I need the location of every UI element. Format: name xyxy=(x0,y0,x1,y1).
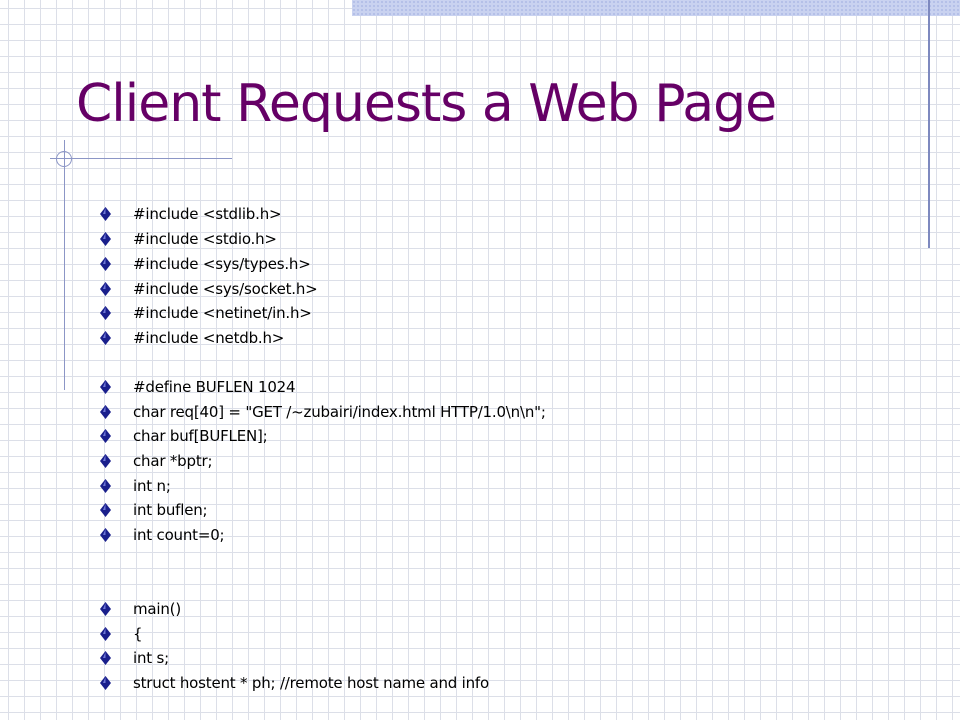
list-item: main() xyxy=(100,598,181,620)
list-item: #define BUFLEN 1024 xyxy=(100,376,296,398)
code-line: struct hostent * ph; //remote host name … xyxy=(133,674,489,692)
code-line: #include <stdlib.h> xyxy=(133,205,282,223)
code-line: int s; xyxy=(133,649,169,667)
list-item: #include <sys/socket.h> xyxy=(100,278,318,300)
code-line: char req[40] = "GET /~zubairi/index.html… xyxy=(133,403,546,421)
list-item: #include <sys/types.h> xyxy=(100,253,311,275)
code-line: int n; xyxy=(133,477,171,495)
code-line: #include <sys/types.h> xyxy=(133,255,311,273)
list-item: #include <stdio.h> xyxy=(100,228,277,250)
code-line: #include <netdb.h> xyxy=(133,329,285,347)
diamond-bullet-icon xyxy=(100,651,111,665)
code-line: char *bptr; xyxy=(133,452,213,470)
diamond-bullet-icon xyxy=(100,380,111,394)
diamond-bullet-icon xyxy=(100,331,111,345)
diamond-bullet-icon xyxy=(100,282,111,296)
list-item: #include <netinet/in.h> xyxy=(100,302,312,324)
diamond-bullet-icon xyxy=(100,528,111,542)
code-line: #include <netinet/in.h> xyxy=(133,304,312,322)
diamond-bullet-icon xyxy=(100,602,111,616)
code-bullet-list: #include <stdlib.h> #include <stdio.h> #… xyxy=(0,0,960,720)
diamond-bullet-icon xyxy=(100,207,111,221)
list-item: int n; xyxy=(100,475,171,497)
diamond-bullet-icon xyxy=(100,503,111,517)
code-line: int count=0; xyxy=(133,526,225,544)
list-item: struct hostent * ph; //remote host name … xyxy=(100,672,489,694)
diamond-bullet-icon xyxy=(100,454,111,468)
list-item: char *bptr; xyxy=(100,450,213,472)
list-item: #include <netdb.h> xyxy=(100,327,284,349)
list-item: int s; xyxy=(100,647,169,669)
list-item: char buf[BUFLEN]; xyxy=(100,425,268,447)
code-line: #include <sys/socket.h> xyxy=(133,280,318,298)
list-item: { xyxy=(100,623,143,645)
list-item: int buflen; xyxy=(100,499,208,521)
code-line: #include <stdio.h> xyxy=(133,230,277,248)
diamond-bullet-icon xyxy=(100,676,111,690)
list-item: int count=0; xyxy=(100,524,225,546)
code-line: main() xyxy=(133,600,181,618)
code-line: { xyxy=(133,625,143,643)
diamond-bullet-icon xyxy=(100,232,111,246)
code-line: int buflen; xyxy=(133,501,208,519)
diamond-bullet-icon xyxy=(100,627,111,641)
diamond-bullet-icon xyxy=(100,257,111,271)
list-item: char req[40] = "GET /~zubairi/index.html… xyxy=(100,401,546,423)
diamond-bullet-icon xyxy=(100,405,111,419)
diamond-bullet-icon xyxy=(100,479,111,493)
diamond-bullet-icon xyxy=(100,306,111,320)
code-line: char buf[BUFLEN]; xyxy=(133,427,268,445)
code-line: #define BUFLEN 1024 xyxy=(133,378,296,396)
list-item: #include <stdlib.h> xyxy=(100,203,282,225)
diamond-bullet-icon xyxy=(100,429,111,443)
